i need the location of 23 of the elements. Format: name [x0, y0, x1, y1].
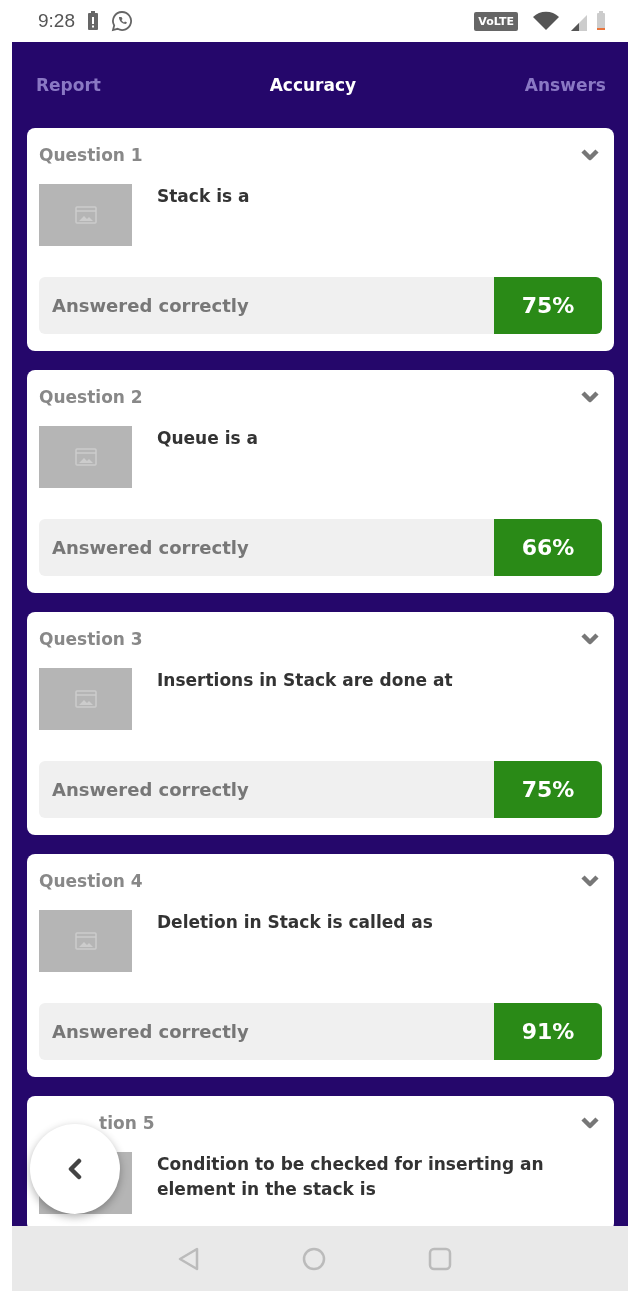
question-title: Question 3	[39, 629, 143, 649]
percent-badge: 75%	[494, 761, 602, 818]
result-label: Answered correctly	[51, 295, 249, 316]
result-label: Answered correctly	[51, 779, 249, 800]
percent-badge: 66%	[494, 519, 602, 576]
tab[interactable]: Answers	[514, 71, 616, 99]
question-text: Condition to be checked for inserting an element in the stack is	[157, 1153, 545, 1201]
percent-badge: 91%	[494, 1003, 602, 1060]
question-title: Question 4	[39, 871, 143, 891]
network-badge: VoLTE	[474, 11, 518, 31]
question-text: Insertions in Stack are done at	[157, 669, 453, 692]
tab[interactable]: Report	[26, 71, 111, 99]
tab[interactable]: Accuracy	[259, 71, 367, 99]
question-text: Deletion in Stack is called as	[157, 911, 433, 934]
result-label: Answered correctly	[51, 537, 249, 558]
percent-badge: 75%	[494, 277, 602, 334]
question-title: Question 1	[39, 145, 143, 165]
question-title: Question 2	[39, 387, 143, 407]
status-time: 9:28	[38, 10, 75, 32]
question-text: Stack is a	[157, 185, 250, 208]
result-label: Answered correctly	[51, 1021, 249, 1042]
question-title: tion 5	[98, 1113, 155, 1133]
question-text: Queue is a	[157, 427, 258, 450]
